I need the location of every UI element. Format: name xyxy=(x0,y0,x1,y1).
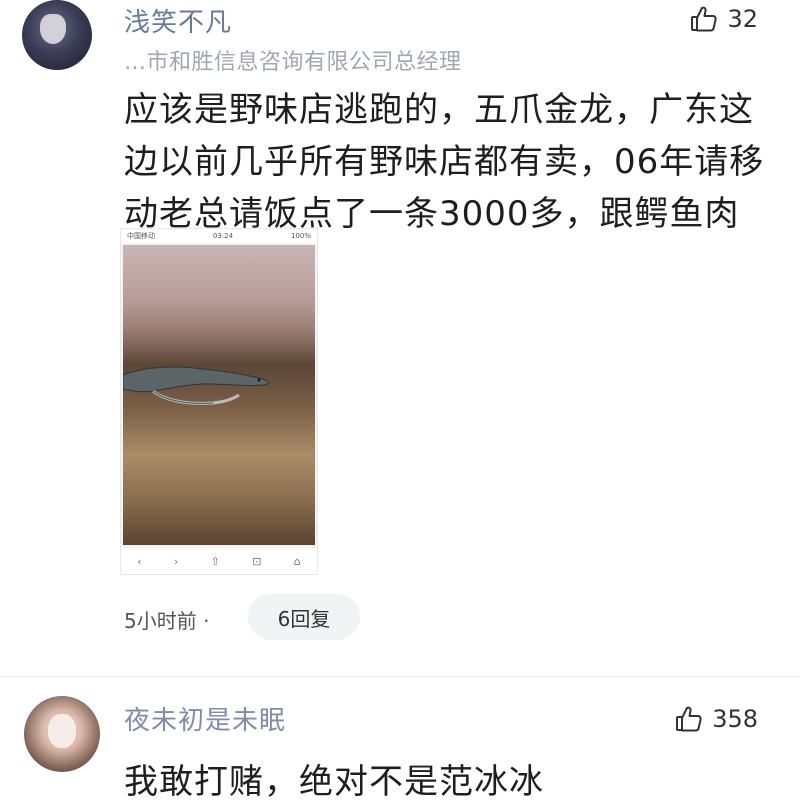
username[interactable]: 夜未初是未眠 xyxy=(124,700,286,737)
status-time: 03:24 xyxy=(212,232,234,240)
replies-button[interactable]: 6回复 xyxy=(248,594,360,640)
comment-text: 我敢打赌，绝对不是范冰冰 xyxy=(124,762,544,802)
thumbs-up-icon xyxy=(674,704,704,734)
comment-item: 夜未初是未眠 358 我敢打赌，绝对不是范冰冰 xyxy=(0,680,800,804)
status-battery: 100% xyxy=(290,232,311,240)
status-carrier: 中国移动 xyxy=(127,232,155,240)
chevron-left-icon: ‹ xyxy=(137,554,142,568)
monitor-lizard-figure xyxy=(123,366,269,405)
comment-image[interactable]: 中国移动 03:24 100% ‹ › ⇧ ⊡ ⌂ xyxy=(120,228,318,575)
like-button[interactable]: 358 xyxy=(674,704,758,734)
chevron-right-icon: › xyxy=(173,554,179,568)
phone-nav-bar: ‹ › ⇧ ⊡ ⌂ xyxy=(121,548,317,574)
user-title: …市和胜信息咨询有限公司总经理 xyxy=(124,50,462,75)
like-count: 32 xyxy=(727,5,758,33)
username[interactable]: 浅笑不凡 xyxy=(124,2,232,39)
avatar[interactable] xyxy=(22,0,92,70)
comment-timestamp: 5小时前 · xyxy=(124,609,210,633)
comment-item: 浅笑不凡 …市和胜信息咨询有限公司总经理 32 应该是野味店逃跑的，五爪金龙，广… xyxy=(0,0,800,680)
phone-status-bar: 中国移动 03:24 100% xyxy=(121,229,317,243)
tabs-icon: ⊡ xyxy=(252,554,262,568)
like-count: 358 xyxy=(712,705,758,733)
lizard-photo xyxy=(123,245,315,545)
like-button[interactable]: 32 xyxy=(689,4,758,34)
home-icon: ⌂ xyxy=(293,554,301,568)
share-icon: ⇧ xyxy=(210,554,220,568)
thumbs-up-icon xyxy=(689,4,719,34)
divider xyxy=(0,676,800,677)
avatar[interactable] xyxy=(24,696,100,772)
